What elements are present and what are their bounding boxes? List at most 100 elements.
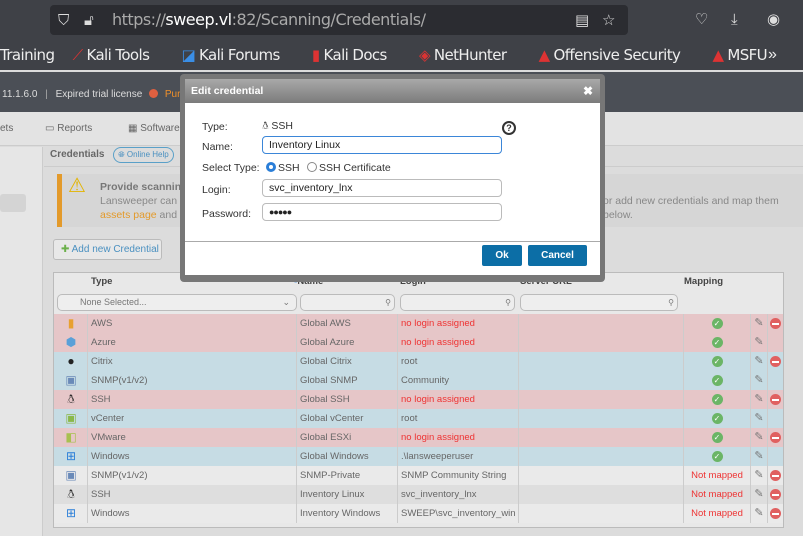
edit-icon[interactable]: ✎ [750, 371, 767, 390]
cell-name: Global Windows [296, 447, 396, 466]
warning-icon [149, 89, 159, 98]
edit-icon[interactable]: ✎ [750, 333, 767, 352]
online-help-button[interactable]: 🌐︎ Online Help [113, 147, 174, 163]
check-icon: ✓ [711, 413, 723, 424]
cell-login: no login assigned [397, 428, 518, 447]
cell-type: AWS [87, 314, 112, 333]
dialog-title: Edit credential [191, 85, 264, 97]
bookmark-training[interactable]: Training [0, 46, 55, 64]
bookmark-star-icon[interactable]: ☆ [602, 5, 615, 35]
delete-icon[interactable] [770, 432, 781, 443]
offsec-icon: ▲ [538, 46, 551, 64]
edit-icon[interactable]: ✎ [750, 466, 767, 485]
ok-button[interactable]: Ok [482, 245, 522, 266]
cell-server-url [518, 371, 683, 390]
cell-type: Citrix [87, 352, 113, 371]
radio-ssh-certificate[interactable]: SSH Certificate [307, 162, 391, 174]
edit-icon[interactable]: ✎ [750, 409, 767, 428]
delete-cell [767, 447, 783, 466]
table-row[interactable]: ▮ AWS Global AWS no login assigned ✓ ✎ [54, 314, 783, 333]
cell-login: no login assigned [397, 333, 518, 352]
table-row[interactable]: ● Citrix Global Citrix root ✓ ✎ [54, 352, 783, 371]
table-row[interactable]: ▣ SNMP(v1/v2) Global SNMP Community ✓ ✎ [54, 371, 783, 390]
cell-login: Community [397, 371, 518, 390]
assets-page-link[interactable]: assets page [100, 209, 157, 221]
sidebar-item-selected[interactable] [0, 194, 26, 212]
delete-icon[interactable] [770, 318, 781, 329]
check-icon: ✓ [711, 356, 723, 367]
edit-icon[interactable]: ✎ [750, 447, 767, 466]
cell-name: Inventory Linux [296, 485, 396, 504]
bookmark-offensive-security[interactable]: ▲ Offensive Security [539, 46, 695, 64]
cell-server-url [518, 485, 683, 504]
url-bar[interactable]: ⛉ 🔓︎ https://sweep.vl:82/Scanning/Creden… [50, 5, 628, 35]
account-icon[interactable]: ◉ [767, 5, 780, 35]
server-url-filter-input[interactable]: ⚲ [520, 294, 678, 311]
edit-icon[interactable]: ✎ [750, 485, 767, 504]
table-row[interactable]: 🐧︎ SSH Global SSH no login assigned ✓ ✎ [54, 390, 783, 409]
delete-icon[interactable] [770, 394, 781, 405]
name-filter-input[interactable]: ⚲ [300, 294, 395, 311]
table-row[interactable]: ◧ VMware Global ESXi no login assigned ✓… [54, 428, 783, 447]
bookmarks-overflow-button[interactable]: » [768, 40, 777, 70]
table-row[interactable]: 🐧︎ SSH Inventory Linux svc_inventory_lnx… [54, 485, 783, 504]
password-input[interactable]: ●●●●● [262, 203, 502, 221]
cell-server-url [518, 447, 683, 466]
cancel-button[interactable]: Cancel [528, 245, 587, 266]
nav-reports[interactable]: ▭ Reports [45, 112, 92, 146]
bookmark-kali-docs[interactable]: ▮ Kali Docs [312, 46, 401, 64]
bookmark-nethunter[interactable]: ◈ NetHunter [419, 46, 520, 64]
snmp-icon: ▣ [65, 468, 77, 482]
check-icon: ✓ [711, 394, 723, 405]
delete-icon[interactable] [770, 356, 781, 367]
download-icon[interactable]: ⤓ [731, 5, 738, 35]
lock-warning-icon[interactable]: 🔓︎ [84, 5, 94, 35]
cell-login: SNMP Community String [397, 466, 518, 485]
table-row[interactable]: ⊞ Windows Global Windows .\lansweeperuse… [54, 447, 783, 466]
table-row[interactable]: ▣ SNMP(v1/v2) SNMP-Private SNMP Communit… [54, 466, 783, 485]
header-mapping[interactable]: Mapping [684, 273, 723, 291]
bookmark-kali-forums[interactable]: ◪ Kali Forums [181, 46, 293, 64]
cell-mapping: ✓ [683, 409, 750, 428]
nav-software[interactable]: ▦ Software [128, 112, 180, 146]
shield-icon[interactable]: ⛉ [58, 5, 69, 35]
delete-cell [767, 371, 783, 390]
radio-ssh[interactable]: SSH [266, 162, 300, 174]
login-input[interactable]: svc_inventory_lnx [262, 179, 502, 197]
delete-icon[interactable] [770, 470, 781, 481]
nav-assets[interactable]: ets [0, 112, 13, 146]
edit-icon[interactable]: ✎ [750, 352, 767, 371]
table-row[interactable]: ⊞ Windows Inventory Windows SWEEP\svc_in… [54, 504, 783, 523]
help-icon[interactable]: ? [502, 121, 516, 135]
edit-credential-dialog: Edit credential ✖ Type: 🐧︎ SSH ? Name: In… [185, 79, 600, 275]
login-filter-input[interactable]: ⚲ [400, 294, 515, 311]
type-filter-select[interactable]: None Selected... ⌄ [57, 294, 297, 311]
linux-icon: 🐧︎ [262, 120, 269, 132]
edit-icon[interactable]: ✎ [750, 390, 767, 409]
cell-name: Global SSH [296, 390, 396, 409]
bookmark-kali-tools[interactable]: ⟋ Kali Tools [73, 46, 164, 64]
cell-type: vCenter [87, 409, 124, 428]
table-row[interactable]: ▣ vCenter Global vCenter root ✓ ✎ [54, 409, 783, 428]
edit-icon[interactable]: ✎ [750, 504, 767, 523]
delete-icon[interactable] [770, 508, 781, 519]
credentials-table: Type ▪Name Login Server URL Mapping None… [53, 272, 784, 528]
add-credential-button[interactable]: ✚ Add new Credential [53, 239, 162, 260]
reader-view-icon[interactable]: ▤ [575, 5, 589, 35]
edit-icon[interactable]: ✎ [750, 314, 767, 333]
table-row[interactable]: ⬢ Azure Global Azure no login assigned ✓… [54, 333, 783, 352]
name-input[interactable]: Inventory Linux [262, 136, 502, 154]
edit-icon[interactable]: ✎ [750, 428, 767, 447]
pocket-icon[interactable]: ♡ [695, 5, 708, 35]
cell-login: root [397, 409, 518, 428]
header-type[interactable]: Type [91, 273, 112, 291]
delete-cell [767, 428, 783, 447]
cell-type: SSH [87, 485, 111, 504]
delete-icon[interactable] [770, 489, 781, 500]
dialog-titlebar[interactable]: Edit credential ✖ [185, 79, 600, 103]
close-icon[interactable]: ✖ [583, 79, 593, 103]
cell-mapping: ✓ [683, 371, 750, 390]
linux-icon: 🐧︎ [67, 392, 75, 406]
search-icon: ⚲ [668, 298, 674, 307]
kali-icon: ⟋ [72, 46, 84, 64]
